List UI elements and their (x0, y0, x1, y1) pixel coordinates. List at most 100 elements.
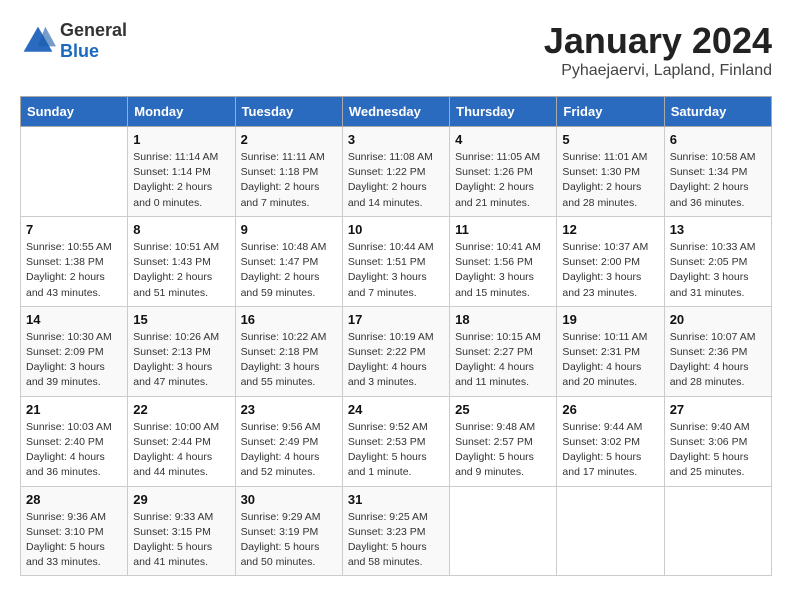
day-info: Sunrise: 9:48 AMSunset: 2:57 PMDaylight:… (455, 420, 551, 481)
calendar-cell: 18Sunrise: 10:15 AMSunset: 2:27 PMDaylig… (450, 306, 557, 396)
day-info: Sunrise: 11:08 AMSunset: 1:22 PMDaylight… (348, 150, 444, 211)
day-info: Sunrise: 9:36 AMSunset: 3:10 PMDaylight:… (26, 510, 122, 571)
calendar-cell: 25 Sunrise: 9:48 AMSunset: 2:57 PMDayligh… (450, 396, 557, 486)
day-info: Sunrise: 11:05 AMSunset: 1:26 PMDaylight… (455, 150, 551, 211)
calendar-week-3: 21 Sunrise: 10:03 AMSunset: 2:40 PMDaylig… (21, 396, 772, 486)
day-number: 17 (348, 312, 444, 327)
day-info: Sunrise: 10:11 AMSunset: 2:31 PMDaylight… (562, 330, 658, 391)
calendar-cell: 12 Sunrise: 10:37 AMSunset: 2:00 PMDaylig… (557, 216, 664, 306)
calendar-cell: 13 Sunrise: 10:33 AMSunset: 2:05 PMDaylig… (664, 216, 771, 306)
day-info: Sunrise: 9:44 AMSunset: 3:02 PMDaylight:… (562, 420, 658, 481)
calendar-cell: 28 Sunrise: 9:36 AMSunset: 3:10 PMDayligh… (21, 486, 128, 576)
header-saturday: Saturday (664, 97, 771, 127)
calendar-cell: 3 Sunrise: 11:08 AMSunset: 1:22 PMDayligh… (342, 127, 449, 217)
day-info: Sunrise: 10:58 AMSunset: 1:34 PMDaylight… (670, 150, 766, 211)
header-friday: Friday (557, 97, 664, 127)
calendar-week-0: 1Sunrise: 11:14 AMSunset: 1:14 PMDayligh… (21, 127, 772, 217)
calendar-cell (21, 127, 128, 217)
logo: General Blue (20, 20, 127, 62)
day-info: Sunrise: 9:29 AMSunset: 3:19 PMDaylight:… (241, 510, 337, 571)
day-number: 1 (133, 132, 229, 147)
calendar-cell: 8 Sunrise: 10:51 AMSunset: 1:43 PMDayligh… (128, 216, 235, 306)
calendar-cell: 9 Sunrise: 10:48 AMSunset: 1:47 PMDayligh… (235, 216, 342, 306)
day-number: 12 (562, 222, 658, 237)
day-number: 3 (348, 132, 444, 147)
day-info: Sunrise: 11:11 AMSunset: 1:18 PMDaylight… (241, 150, 337, 211)
day-info: Sunrise: 10:37 AMSunset: 2:00 PMDaylight… (562, 240, 658, 301)
page-title: January 2024 (544, 20, 772, 62)
day-number: 14 (26, 312, 122, 327)
calendar-cell: 15 Sunrise: 10:26 AMSunset: 2:13 PMDaylig… (128, 306, 235, 396)
day-info: Sunrise: 9:25 AMSunset: 3:23 PMDaylight:… (348, 510, 444, 571)
day-number: 27 (670, 402, 766, 417)
header-wednesday: Wednesday (342, 97, 449, 127)
day-number: 26 (562, 402, 658, 417)
day-number: 7 (26, 222, 122, 237)
calendar-cell: 11 Sunrise: 10:41 AMSunset: 1:56 PMDaylig… (450, 216, 557, 306)
calendar-cell: 2 Sunrise: 11:11 AMSunset: 1:18 PMDayligh… (235, 127, 342, 217)
day-number: 29 (133, 492, 229, 507)
day-number: 11 (455, 222, 551, 237)
calendar-cell: 7Sunrise: 10:55 AMSunset: 1:38 PMDayligh… (21, 216, 128, 306)
calendar-cell: 31Sunrise: 9:25 AMSunset: 3:23 PMDayligh… (342, 486, 449, 576)
day-info: Sunrise: 10:51 AMSunset: 1:43 PMDaylight… (133, 240, 229, 301)
day-number: 5 (562, 132, 658, 147)
day-number: 13 (670, 222, 766, 237)
day-number: 30 (241, 492, 337, 507)
day-number: 6 (670, 132, 766, 147)
day-number: 18 (455, 312, 551, 327)
header-tuesday: Tuesday (235, 97, 342, 127)
day-info: Sunrise: 10:07 AMSunset: 2:36 PMDaylight… (670, 330, 766, 391)
calendar-week-2: 14Sunrise: 10:30 AMSunset: 2:09 PMDaylig… (21, 306, 772, 396)
day-info: Sunrise: 10:41 AMSunset: 1:56 PMDaylight… (455, 240, 551, 301)
day-info: Sunrise: 10:48 AMSunset: 1:47 PMDaylight… (241, 240, 337, 301)
day-number: 28 (26, 492, 122, 507)
day-info: Sunrise: 10:44 AMSunset: 1:51 PMDaylight… (348, 240, 444, 301)
day-number: 8 (133, 222, 229, 237)
day-number: 4 (455, 132, 551, 147)
calendar-cell: 20 Sunrise: 10:07 AMSunset: 2:36 PMDaylig… (664, 306, 771, 396)
calendar-cell: 23Sunrise: 9:56 AMSunset: 2:49 PMDayligh… (235, 396, 342, 486)
calendar-cell: 16Sunrise: 10:22 AMSunset: 2:18 PMDaylig… (235, 306, 342, 396)
calendar-cell: 19 Sunrise: 10:11 AMSunset: 2:31 PMDaylig… (557, 306, 664, 396)
day-number: 21 (26, 402, 122, 417)
calendar-cell (450, 486, 557, 576)
day-number: 24 (348, 402, 444, 417)
day-number: 2 (241, 132, 337, 147)
calendar-cell: 21 Sunrise: 10:03 AMSunset: 2:40 PMDaylig… (21, 396, 128, 486)
day-number: 10 (348, 222, 444, 237)
calendar-cell: 27Sunrise: 9:40 AMSunset: 3:06 PMDayligh… (664, 396, 771, 486)
calendar-cell: 17 Sunrise: 10:19 AMSunset: 2:22 PMDaylig… (342, 306, 449, 396)
day-number: 19 (562, 312, 658, 327)
calendar-cell: 22 Sunrise: 10:00 AMSunset: 2:44 PMDaylig… (128, 396, 235, 486)
logo-blue-text: Blue (60, 41, 127, 62)
day-number: 9 (241, 222, 337, 237)
day-info: Sunrise: 9:33 AMSunset: 3:15 PMDaylight:… (133, 510, 229, 571)
calendar-cell: 14Sunrise: 10:30 AMSunset: 2:09 PMDaylig… (21, 306, 128, 396)
calendar-cell: 30 Sunrise: 9:29 AMSunset: 3:19 PMDayligh… (235, 486, 342, 576)
day-info: Sunrise: 10:00 AMSunset: 2:44 PMDaylight… (133, 420, 229, 481)
header-monday: Monday (128, 97, 235, 127)
day-info: Sunrise: 10:26 AMSunset: 2:13 PMDaylight… (133, 330, 229, 391)
calendar-table: SundayMondayTuesdayWednesdayThursdayFrid… (20, 96, 772, 576)
calendar-cell: 5 Sunrise: 11:01 AMSunset: 1:30 PMDayligh… (557, 127, 664, 217)
day-number: 16 (241, 312, 337, 327)
day-number: 22 (133, 402, 229, 417)
day-number: 20 (670, 312, 766, 327)
calendar-cell (557, 486, 664, 576)
logo-text: General Blue (60, 20, 127, 62)
day-number: 23 (241, 402, 337, 417)
day-info: Sunrise: 10:03 AMSunset: 2:40 PMDaylight… (26, 420, 122, 481)
calendar-cell: 10 Sunrise: 10:44 AMSunset: 1:51 PMDaylig… (342, 216, 449, 306)
day-info: Sunrise: 11:01 AMSunset: 1:30 PMDaylight… (562, 150, 658, 211)
day-number: 25 (455, 402, 551, 417)
header-thursday: Thursday (450, 97, 557, 127)
calendar-cell: 26 Sunrise: 9:44 AMSunset: 3:02 PMDayligh… (557, 396, 664, 486)
day-number: 15 (133, 312, 229, 327)
day-info: Sunrise: 10:19 AMSunset: 2:22 PMDaylight… (348, 330, 444, 391)
day-info: Sunrise: 10:33 AMSunset: 2:05 PMDaylight… (670, 240, 766, 301)
calendar-cell: 1Sunrise: 11:14 AMSunset: 1:14 PMDayligh… (128, 127, 235, 217)
calendar-cell: 29 Sunrise: 9:33 AMSunset: 3:15 PMDayligh… (128, 486, 235, 576)
title-block: January 2024 Pyhaejaervi, Lapland, Finla… (544, 20, 772, 80)
calendar-week-4: 28 Sunrise: 9:36 AMSunset: 3:10 PMDayligh… (21, 486, 772, 576)
